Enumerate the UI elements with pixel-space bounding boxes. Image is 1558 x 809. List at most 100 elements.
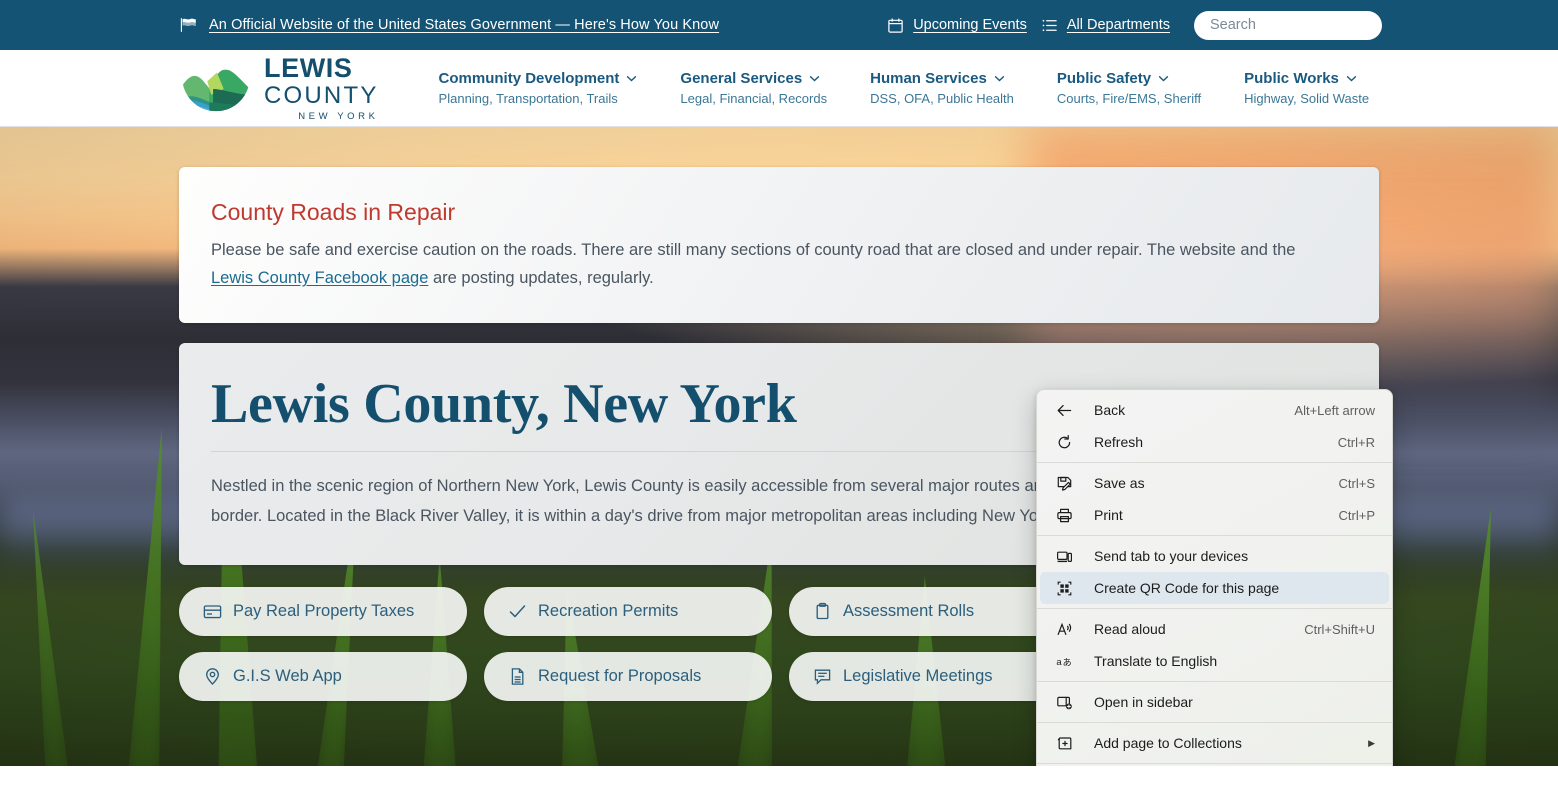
quick-link-assessment-rolls[interactable]: Assessment Rolls [789, 587, 1077, 637]
context-menu-label[interactable]: Create QR Code for this page [1094, 580, 1375, 596]
print-icon [1054, 505, 1074, 525]
context-menu-label[interactable]: Open in sidebar [1094, 694, 1375, 710]
context-menu-item-save-as[interactable]: Save as Ctrl+S [1040, 467, 1389, 499]
translate-icon: aあ [1054, 651, 1074, 671]
quick-link-legislative-meetings[interactable]: Legislative Meetings [789, 652, 1077, 702]
nav-subtitle: Courts, Fire/EMS, Sheriff [1056, 91, 1202, 106]
alert-title: County Roads in Repair [211, 199, 456, 225]
context-menu-label[interactable]: Read aloud [1094, 621, 1304, 637]
context-menu-shortcut: Ctrl+R [1337, 434, 1375, 450]
logo-line-3: NEW YORK [298, 110, 379, 122]
official-website-text[interactable]: An Official Website of the United States… [209, 17, 719, 33]
browser-context-menu[interactable]: Back Alt+Left arrow Refresh Ctrl+R Save … [1036, 389, 1393, 766]
context-menu-label[interactable]: Back [1094, 402, 1294, 418]
context-menu-shortcut: Alt+Left arrow [1294, 402, 1375, 418]
quick-link-recreation-permits[interactable]: Recreation Permits [484, 587, 772, 637]
quick-link-pay-real-property-taxes[interactable]: Pay Real Property Taxes [179, 587, 467, 637]
svg-text:a: a [1056, 657, 1062, 668]
alert-body-before: Please be safe and exercise caution on t… [211, 241, 1296, 259]
context-menu-item-back[interactable]: Back Alt+Left arrow [1040, 394, 1389, 426]
government-banner: An Official Website of the United States… [0, 0, 1558, 50]
chevron-down-icon [809, 75, 820, 82]
context-menu-separator [1037, 763, 1392, 764]
context-menu-item-add-page-to-collections[interactable]: Add page to Collections ▶ [1040, 727, 1389, 759]
nav-top: Public Works [1244, 70, 1369, 87]
nav-item-public-safety[interactable]: Public Safety Courts, Fire/EMS, Sheriff [1057, 70, 1201, 106]
hero-section: County Roads in Repair Please be safe an… [0, 127, 1558, 766]
context-menu-item-open-in-sidebar[interactable]: Open in sidebar [1040, 686, 1389, 718]
logo-wordmark: LEWIS COUNTY NEW YORK [264, 52, 379, 122]
context-menu-item-read-aloud[interactable]: Read aloud Ctrl+Shift+U [1040, 613, 1389, 645]
context-menu-separator [1037, 722, 1392, 723]
upcoming-events-label[interactable]: Upcoming Events [913, 17, 1027, 33]
quick-link-gis-web-app[interactable]: G.I.S Web App [179, 652, 467, 702]
nav-top: Human Services [870, 70, 1014, 87]
read-aloud-icon [1054, 619, 1074, 639]
alert-body: Please be safe and exercise caution on t… [211, 236, 1341, 293]
facebook-page-link[interactable]: Lewis County Facebook page [211, 269, 428, 287]
quick-link-request-for-proposals[interactable]: Request for Proposals [484, 652, 772, 702]
context-menu-label[interactable]: Print [1094, 507, 1339, 523]
nav-title[interactable]: Community Development [439, 70, 620, 87]
chevron-down-icon [994, 75, 1005, 82]
context-menu-shortcut: Ctrl+P [1338, 507, 1375, 523]
nav-item-general-services[interactable]: General Services Legal, Financial, Recor… [680, 70, 827, 106]
context-menu-separator [1037, 535, 1392, 536]
sidebar-icon [1054, 692, 1074, 712]
save-icon [1054, 473, 1074, 493]
context-menu-item-print[interactable]: Print Ctrl+P [1040, 499, 1389, 531]
quick-link-label[interactable]: Assessment Rolls [843, 602, 974, 621]
banner-utility-links: Upcoming Events All Departments [887, 10, 1382, 40]
logo-line-1: LEWIS [264, 52, 353, 83]
context-menu-label[interactable]: Save as [1094, 475, 1339, 491]
chat-icon [813, 667, 832, 686]
context-menu-label[interactable]: Refresh [1094, 434, 1338, 450]
refresh-icon [1054, 432, 1074, 452]
context-menu-item-create-qr-code[interactable]: Create QR Code for this page [1040, 572, 1389, 604]
alert-card: County Roads in Repair Please be safe an… [179, 167, 1379, 323]
map-pin-icon [203, 667, 222, 686]
context-menu-shortcut: Ctrl+Shift+U [1304, 621, 1375, 637]
nav-top: Public Safety [1057, 70, 1201, 87]
site-logo[interactable]: LEWIS COUNTY NEW YORK [180, 52, 379, 122]
back-arrow-icon [1054, 400, 1074, 420]
search-input[interactable] [1194, 10, 1382, 40]
context-menu-label[interactable]: Send tab to your devices [1094, 548, 1375, 564]
qr-code-icon [1054, 578, 1074, 598]
chevron-down-icon [626, 75, 637, 82]
quick-link-label[interactable]: Pay Real Property Taxes [233, 602, 414, 621]
nav-top: General Services [680, 70, 827, 87]
context-menu-item-refresh[interactable]: Refresh Ctrl+R [1040, 426, 1389, 458]
nav-subtitle: Highway, Solid Waste [1244, 91, 1370, 106]
context-menu-item-send-tab-to-your-devices[interactable]: Send tab to your devices [1040, 540, 1389, 572]
quick-link-label[interactable]: Legislative Meetings [843, 667, 993, 686]
credit-card-icon [203, 602, 222, 621]
context-menu-label[interactable]: Translate to English [1094, 653, 1375, 669]
quick-link-label[interactable]: Request for Proposals [538, 667, 701, 686]
send-device-icon [1054, 546, 1074, 566]
calendar-icon [887, 17, 904, 34]
upcoming-events-link[interactable]: Upcoming Events [887, 17, 1027, 34]
all-departments-link[interactable]: All Departments [1041, 17, 1170, 34]
nav-title[interactable]: Public Safety [1057, 70, 1151, 87]
list-icon [1041, 17, 1058, 34]
nav-item-public-works[interactable]: Public Works Highway, Solid Waste [1244, 70, 1369, 106]
nav-title[interactable]: General Services [680, 70, 802, 87]
context-menu-item-translate-to-english[interactable]: aあ Translate to English [1040, 645, 1389, 677]
nav-item-human-services[interactable]: Human Services DSS, OFA, Public Health [870, 70, 1014, 106]
nav-items: Community Development Planning, Transpor… [439, 70, 1370, 106]
nav-title[interactable]: Human Services [870, 70, 987, 87]
context-menu-label[interactable]: Add page to Collections [1094, 735, 1358, 751]
nav-title[interactable]: Public Works [1244, 70, 1339, 87]
all-departments-label[interactable]: All Departments [1067, 17, 1170, 33]
chevron-down-icon [1158, 75, 1169, 82]
page-below-hero [0, 766, 1558, 809]
submenu-arrow-icon: ▶ [1368, 737, 1375, 748]
document-icon [508, 667, 527, 686]
context-menu-separator [1037, 681, 1392, 682]
nav-subtitle: Planning, Transportation, Trails [438, 91, 618, 106]
nav-item-community-development[interactable]: Community Development Planning, Transpor… [439, 70, 638, 106]
official-website-notice[interactable]: An Official Website of the United States… [180, 17, 719, 33]
quick-link-label[interactable]: Recreation Permits [538, 602, 678, 621]
quick-link-label[interactable]: G.I.S Web App [233, 667, 342, 686]
